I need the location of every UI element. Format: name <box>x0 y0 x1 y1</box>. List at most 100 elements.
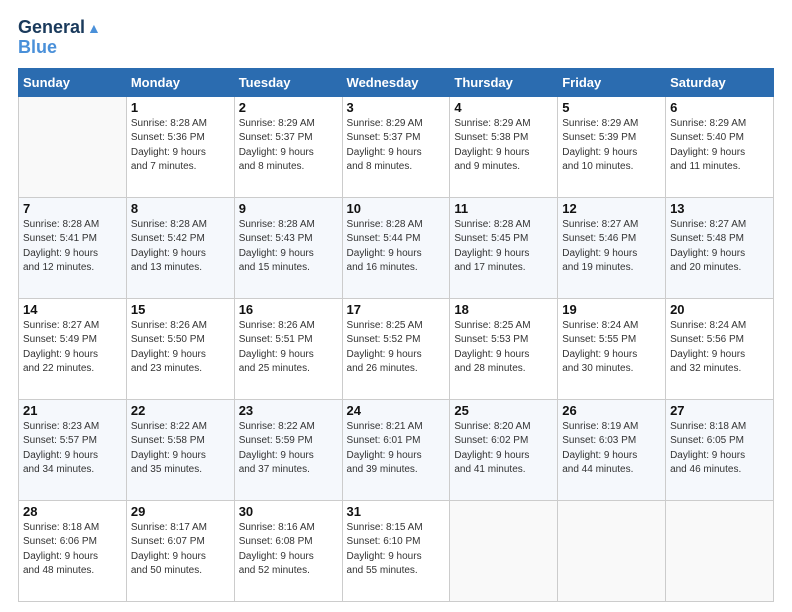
day-info: Sunrise: 8:20 AMSunset: 6:02 PMDaylight:… <box>454 420 553 478</box>
day-number: 27 <box>670 403 769 418</box>
day-info: Sunrise: 8:29 AMSunset: 5:37 PMDaylight:… <box>347 117 446 175</box>
logo-blue-text: Blue <box>18 38 57 58</box>
calendar-cell: 15 Sunrise: 8:26 AMSunset: 5:50 PMDayligh… <box>126 298 234 399</box>
day-info: Sunrise: 8:27 AMSunset: 5:48 PMDaylight:… <box>670 218 769 276</box>
calendar-cell: 5 Sunrise: 8:29 AMSunset: 5:39 PMDaylight… <box>558 96 666 197</box>
day-info: Sunrise: 8:23 AMSunset: 5:57 PMDaylight:… <box>23 420 122 478</box>
calendar-cell: 12Sunrise: 8:27 AMSunset: 5:46 PMDayligh… <box>558 197 666 298</box>
day-info: Sunrise: 8:26 AMSunset: 5:50 PMDaylight:… <box>131 319 230 377</box>
calendar-cell: 6Sunrise: 8:29 AMSunset: 5:40 PMDaylight… <box>666 96 774 197</box>
calendar-cell: 24 Sunrise: 8:21 AMSunset: 6:01 PMDayligh… <box>342 399 450 500</box>
day-info: Sunrise: 8:28 AMSunset: 5:42 PMDaylight:… <box>131 218 230 276</box>
day-number: 15 <box>131 302 230 317</box>
day-number: 4 <box>454 100 553 115</box>
calendar-cell: 7 Sunrise: 8:28 AMSunset: 5:41 PMDaylight… <box>19 197 127 298</box>
calendar-week-1: 1Sunrise: 8:28 AMSunset: 5:36 PMDaylight… <box>19 96 774 197</box>
day-number: 17 <box>347 302 446 317</box>
day-info: Sunrise: 8:22 AMSunset: 5:59 PMDaylight:… <box>239 420 338 478</box>
day-info: Sunrise: 8:25 AMSunset: 5:53 PMDaylight:… <box>454 319 553 377</box>
calendar-cell: 2 Sunrise: 8:29 AMSunset: 5:37 PMDaylight… <box>234 96 342 197</box>
day-info: Sunrise: 8:29 AMSunset: 5:37 PMDaylight:… <box>239 117 338 175</box>
calendar-cell: 14 Sunrise: 8:27 AMSunset: 5:49 PMDayligh… <box>19 298 127 399</box>
day-number: 20 <box>670 302 769 317</box>
logo: General▲ Blue <box>18 18 101 58</box>
day-number: 18 <box>454 302 553 317</box>
calendar-cell: 16 Sunrise: 8:26 AMSunset: 5:51 PMDayligh… <box>234 298 342 399</box>
calendar-cell: 17 Sunrise: 8:25 AMSunset: 5:52 PMDayligh… <box>342 298 450 399</box>
day-number: 28 <box>23 504 122 519</box>
calendar-cell: 13 Sunrise: 8:27 AMSunset: 5:48 PMDayligh… <box>666 197 774 298</box>
day-info: Sunrise: 8:21 AMSunset: 6:01 PMDaylight:… <box>347 420 446 478</box>
calendar-header-tuesday: Tuesday <box>234 68 342 96</box>
calendar-cell: 21 Sunrise: 8:23 AMSunset: 5:57 PMDayligh… <box>19 399 127 500</box>
calendar-header-sunday: Sunday <box>19 68 127 96</box>
day-number: 26 <box>562 403 661 418</box>
day-info: Sunrise: 8:25 AMSunset: 5:52 PMDaylight:… <box>347 319 446 377</box>
day-number: 5 <box>562 100 661 115</box>
day-number: 21 <box>23 403 122 418</box>
day-info: Sunrise: 8:17 AMSunset: 6:07 PMDaylight:… <box>131 521 230 579</box>
calendar-header-wednesday: Wednesday <box>342 68 450 96</box>
day-number: 7 <box>23 201 122 216</box>
day-info: Sunrise: 8:28 AMSunset: 5:44 PMDaylight:… <box>347 218 446 276</box>
day-number: 24 <box>347 403 446 418</box>
calendar-cell: 10 Sunrise: 8:28 AMSunset: 5:44 PMDayligh… <box>342 197 450 298</box>
calendar-cell <box>450 500 558 601</box>
logo-text: General▲ <box>18 18 101 38</box>
calendar-week-4: 21 Sunrise: 8:23 AMSunset: 5:57 PMDayligh… <box>19 399 774 500</box>
day-info: Sunrise: 8:29 AMSunset: 5:39 PMDaylight:… <box>562 117 661 175</box>
calendar-table: SundayMondayTuesdayWednesdayThursdayFrid… <box>18 68 774 602</box>
calendar-header-row: SundayMondayTuesdayWednesdayThursdayFrid… <box>19 68 774 96</box>
calendar-cell <box>19 96 127 197</box>
day-number: 13 <box>670 201 769 216</box>
day-info: Sunrise: 8:29 AMSunset: 5:40 PMDaylight:… <box>670 117 769 175</box>
calendar-cell: 11Sunrise: 8:28 AMSunset: 5:45 PMDayligh… <box>450 197 558 298</box>
day-info: Sunrise: 8:27 AMSunset: 5:49 PMDaylight:… <box>23 319 122 377</box>
calendar-cell: 25Sunrise: 8:20 AMSunset: 6:02 PMDayligh… <box>450 399 558 500</box>
day-info: Sunrise: 8:27 AMSunset: 5:46 PMDaylight:… <box>562 218 661 276</box>
calendar-cell <box>558 500 666 601</box>
calendar-cell: 18 Sunrise: 8:25 AMSunset: 5:53 PMDayligh… <box>450 298 558 399</box>
day-number: 2 <box>239 100 338 115</box>
calendar-cell: 19Sunrise: 8:24 AMSunset: 5:55 PMDayligh… <box>558 298 666 399</box>
calendar-cell: 27 Sunrise: 8:18 AMSunset: 6:05 PMDayligh… <box>666 399 774 500</box>
day-number: 23 <box>239 403 338 418</box>
day-number: 22 <box>131 403 230 418</box>
day-info: Sunrise: 8:28 AMSunset: 5:43 PMDaylight:… <box>239 218 338 276</box>
calendar-cell: 9 Sunrise: 8:28 AMSunset: 5:43 PMDaylight… <box>234 197 342 298</box>
calendar-cell: 29Sunrise: 8:17 AMSunset: 6:07 PMDayligh… <box>126 500 234 601</box>
day-info: Sunrise: 8:26 AMSunset: 5:51 PMDaylight:… <box>239 319 338 377</box>
calendar-cell: 3 Sunrise: 8:29 AMSunset: 5:37 PMDaylight… <box>342 96 450 197</box>
day-info: Sunrise: 8:18 AMSunset: 6:06 PMDaylight:… <box>23 521 122 579</box>
day-info: Sunrise: 8:22 AMSunset: 5:58 PMDaylight:… <box>131 420 230 478</box>
calendar-week-5: 28 Sunrise: 8:18 AMSunset: 6:06 PMDayligh… <box>19 500 774 601</box>
day-info: Sunrise: 8:24 AMSunset: 5:56 PMDaylight:… <box>670 319 769 377</box>
day-info: Sunrise: 8:28 AMSunset: 5:41 PMDaylight:… <box>23 218 122 276</box>
calendar-cell: 26 Sunrise: 8:19 AMSunset: 6:03 PMDayligh… <box>558 399 666 500</box>
day-number: 14 <box>23 302 122 317</box>
day-info: Sunrise: 8:15 AMSunset: 6:10 PMDaylight:… <box>347 521 446 579</box>
day-info: Sunrise: 8:29 AMSunset: 5:38 PMDaylight:… <box>454 117 553 175</box>
day-number: 16 <box>239 302 338 317</box>
day-number: 31 <box>347 504 446 519</box>
calendar-header-friday: Friday <box>558 68 666 96</box>
calendar-cell: 22 Sunrise: 8:22 AMSunset: 5:58 PMDayligh… <box>126 399 234 500</box>
calendar-cell: 31 Sunrise: 8:15 AMSunset: 6:10 PMDayligh… <box>342 500 450 601</box>
calendar-cell: 8Sunrise: 8:28 AMSunset: 5:42 PMDaylight… <box>126 197 234 298</box>
day-info: Sunrise: 8:18 AMSunset: 6:05 PMDaylight:… <box>670 420 769 478</box>
calendar-cell: 23 Sunrise: 8:22 AMSunset: 5:59 PMDayligh… <box>234 399 342 500</box>
day-number: 19 <box>562 302 661 317</box>
day-info: Sunrise: 8:28 AMSunset: 5:36 PMDaylight:… <box>131 117 230 175</box>
calendar-cell: 30Sunrise: 8:16 AMSunset: 6:08 PMDayligh… <box>234 500 342 601</box>
calendar-header-monday: Monday <box>126 68 234 96</box>
day-number: 3 <box>347 100 446 115</box>
logo-blue: ▲ <box>87 20 101 36</box>
day-number: 10 <box>347 201 446 216</box>
calendar-header-thursday: Thursday <box>450 68 558 96</box>
day-number: 9 <box>239 201 338 216</box>
calendar-cell: 28 Sunrise: 8:18 AMSunset: 6:06 PMDayligh… <box>19 500 127 601</box>
day-info: Sunrise: 8:19 AMSunset: 6:03 PMDaylight:… <box>562 420 661 478</box>
day-number: 30 <box>239 504 338 519</box>
page: General▲ Blue SundayMondayTuesdayWednesd… <box>0 0 792 612</box>
calendar-cell: 1Sunrise: 8:28 AMSunset: 5:36 PMDaylight… <box>126 96 234 197</box>
